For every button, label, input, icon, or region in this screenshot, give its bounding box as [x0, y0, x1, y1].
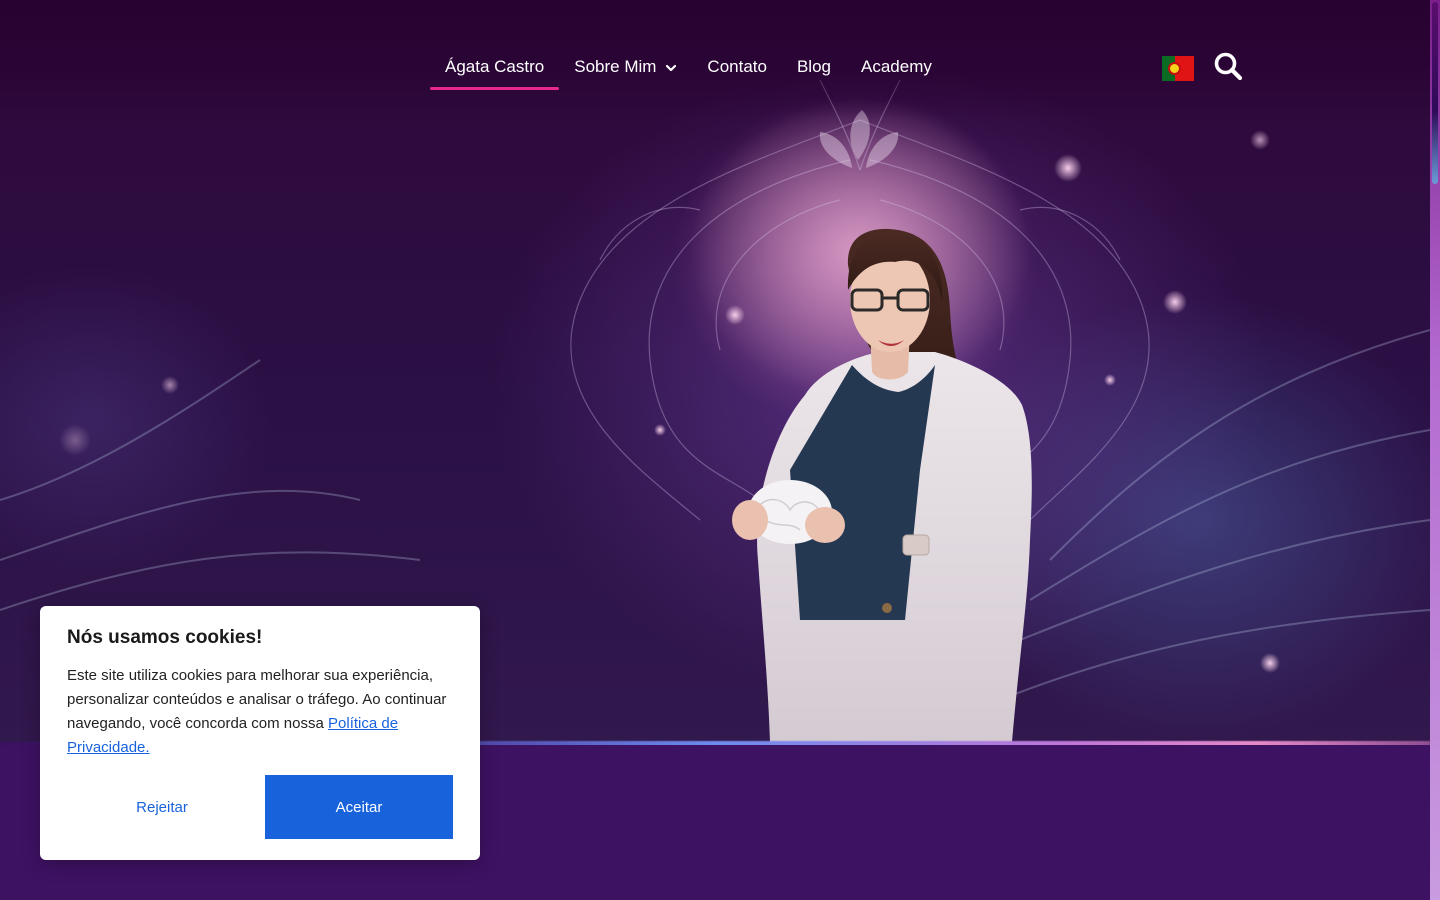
- scrollbar-thumb[interactable]: [1432, 2, 1438, 184]
- cookie-title: Nós usamos cookies!: [67, 627, 263, 648]
- chevron-down-icon: [666, 64, 677, 72]
- nav-item-label: Blog: [796, 57, 831, 76]
- nav-item-contato[interactable]: Contato: [692, 42, 782, 90]
- nav-item-academy[interactable]: Academy: [846, 42, 947, 90]
- cookie-banner: Nós usamos cookies! Este site utiliza co…: [40, 606, 480, 860]
- nav-item-label: Ágata Castro: [445, 57, 545, 76]
- cookie-text: Este site utiliza cookies para melhorar …: [67, 664, 462, 760]
- main-nav: Ágata Castro Sobre Mim Contato Blog Acad…: [430, 42, 947, 90]
- reject-button[interactable]: Rejeitar: [67, 775, 257, 839]
- nav-item-label: Academy: [861, 57, 932, 76]
- nav-item-blog[interactable]: Blog: [782, 42, 846, 90]
- portugal-flag-icon[interactable]: [1162, 56, 1194, 81]
- nav-item-label: Contato: [707, 57, 767, 76]
- nav-item-agata-castro[interactable]: Ágata Castro: [430, 42, 560, 90]
- nav-item-sobre-mim[interactable]: Sobre Mim: [559, 42, 692, 90]
- nav-item-label: Sobre Mim: [574, 57, 657, 76]
- search-icon[interactable]: [1213, 51, 1243, 81]
- accept-button[interactable]: Aceitar: [265, 775, 453, 839]
- scrollbar[interactable]: [1430, 0, 1440, 900]
